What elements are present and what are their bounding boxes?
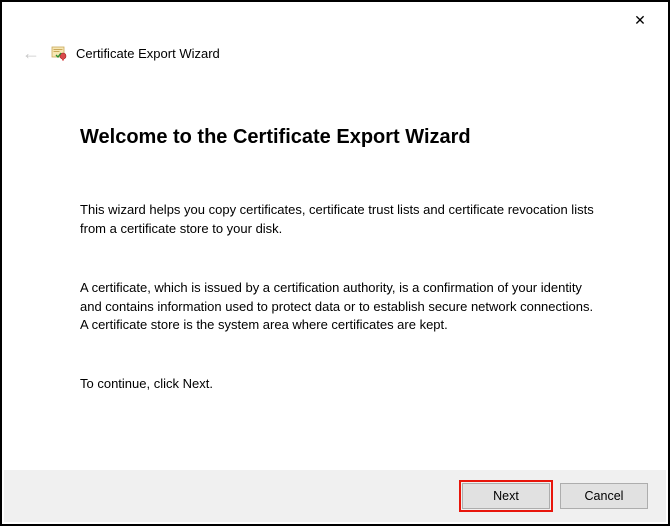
cancel-button[interactable]: Cancel (560, 483, 648, 509)
wizard-header: ← Certificate Export Wizard (2, 38, 668, 68)
continue-hint: To continue, click Next. (80, 375, 598, 394)
intro-paragraph-1: This wizard helps you copy certificates,… (80, 201, 598, 239)
wizard-title: Certificate Export Wizard (76, 46, 220, 61)
wizard-footer: Next Cancel (4, 470, 666, 522)
certificate-icon (50, 44, 68, 62)
page-heading: Welcome to the Certificate Export Wizard (80, 126, 598, 149)
intro-paragraph-2: A certificate, which is issued by a cert… (80, 279, 598, 336)
wizard-content: Welcome to the Certificate Export Wizard… (2, 68, 668, 394)
close-button[interactable]: ✕ (622, 6, 658, 34)
titlebar: ✕ (2, 2, 668, 38)
next-button[interactable]: Next (462, 483, 550, 509)
back-arrow-icon: ← (20, 42, 42, 64)
